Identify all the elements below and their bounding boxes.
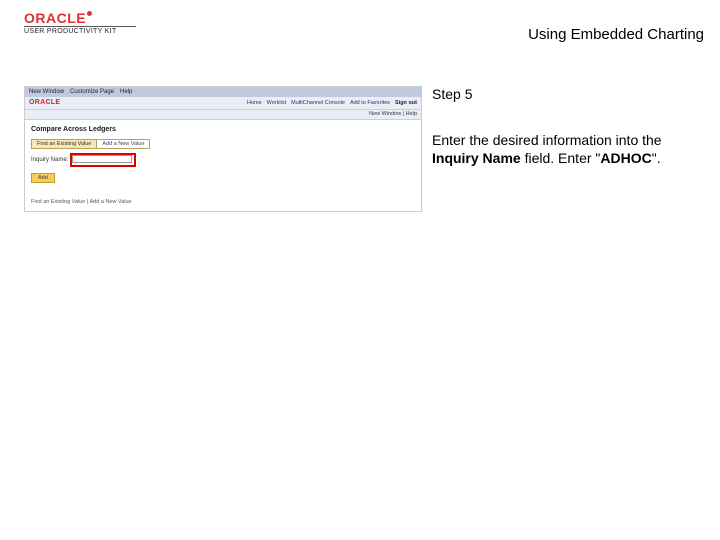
nav-signout[interactable]: Sign out bbox=[395, 100, 417, 106]
inquiry-name-field-wrap bbox=[72, 155, 132, 165]
step-label: Step 5 bbox=[432, 86, 702, 102]
app-footer-links: Find an Existing Value | Add a New Value bbox=[31, 199, 415, 205]
nav-mcc[interactable]: MultiChannel Console bbox=[291, 100, 345, 106]
instruction-panel: Step 5 Enter the desired information int… bbox=[432, 86, 702, 167]
instr-field-name: Inquiry Name bbox=[432, 150, 521, 166]
inquiry-name-label: Inquiry Name: bbox=[31, 157, 68, 163]
instruction-text: Enter the desired information into the I… bbox=[432, 132, 702, 167]
topnav-item[interactable]: Help bbox=[120, 89, 132, 95]
upk-subtitle: USER PRODUCTIVITY KIT bbox=[24, 28, 117, 35]
logo-divider bbox=[24, 26, 136, 27]
topnav-item[interactable]: Customize Page bbox=[70, 89, 114, 95]
app-window: New Window Customize Page Help ORACLE Ho… bbox=[24, 86, 422, 212]
app-topbar: New Window Customize Page Help bbox=[25, 87, 421, 97]
instr-mid: field. Enter " bbox=[521, 150, 601, 166]
header: ORACLE USER PRODUCTIVITY KIT Using Embed… bbox=[0, 10, 720, 46]
instr-post: ". bbox=[652, 150, 661, 166]
topnav-item[interactable]: New Window bbox=[29, 89, 64, 95]
tab-strip: Find an Existing Value Add a New Value bbox=[31, 139, 415, 149]
app-brandrow: ORACLE Home Worklist MultiChannel Consol… bbox=[25, 97, 421, 110]
instr-value: ADHOC bbox=[600, 150, 651, 166]
page-title: Using Embedded Charting bbox=[528, 26, 704, 43]
logo-dot-icon bbox=[87, 11, 92, 16]
embedded-screenshot: New Window Customize Page Help ORACLE Ho… bbox=[24, 86, 424, 212]
add-button[interactable]: Add bbox=[31, 173, 55, 183]
inquiry-name-input[interactable] bbox=[72, 155, 132, 163]
oracle-upk-logo: ORACLE USER PRODUCTIVITY KIT bbox=[24, 10, 92, 28]
oracle-wordmark: ORACLE bbox=[24, 10, 86, 26]
tab-find-existing[interactable]: Find an Existing Value bbox=[31, 139, 97, 149]
page-heading: Compare Across Ledgers bbox=[31, 126, 415, 133]
app-nav-right: Home Worklist MultiChannel Console Add t… bbox=[247, 100, 417, 106]
inquiry-name-row: Inquiry Name: bbox=[31, 155, 415, 165]
app-service-row: New Window | Help bbox=[25, 110, 421, 120]
app-brand-oracle: ORACLE bbox=[29, 99, 60, 106]
tab-add-new[interactable]: Add a New Value bbox=[97, 139, 150, 149]
app-body: Compare Across Ledgers Find an Existing … bbox=[25, 120, 421, 211]
nav-fav[interactable]: Add to Favorites bbox=[350, 100, 390, 106]
instr-pre: Enter the desired information into the bbox=[432, 132, 662, 148]
nav-worklist[interactable]: Worklist bbox=[267, 100, 286, 106]
nav-home[interactable]: Home bbox=[247, 100, 262, 106]
